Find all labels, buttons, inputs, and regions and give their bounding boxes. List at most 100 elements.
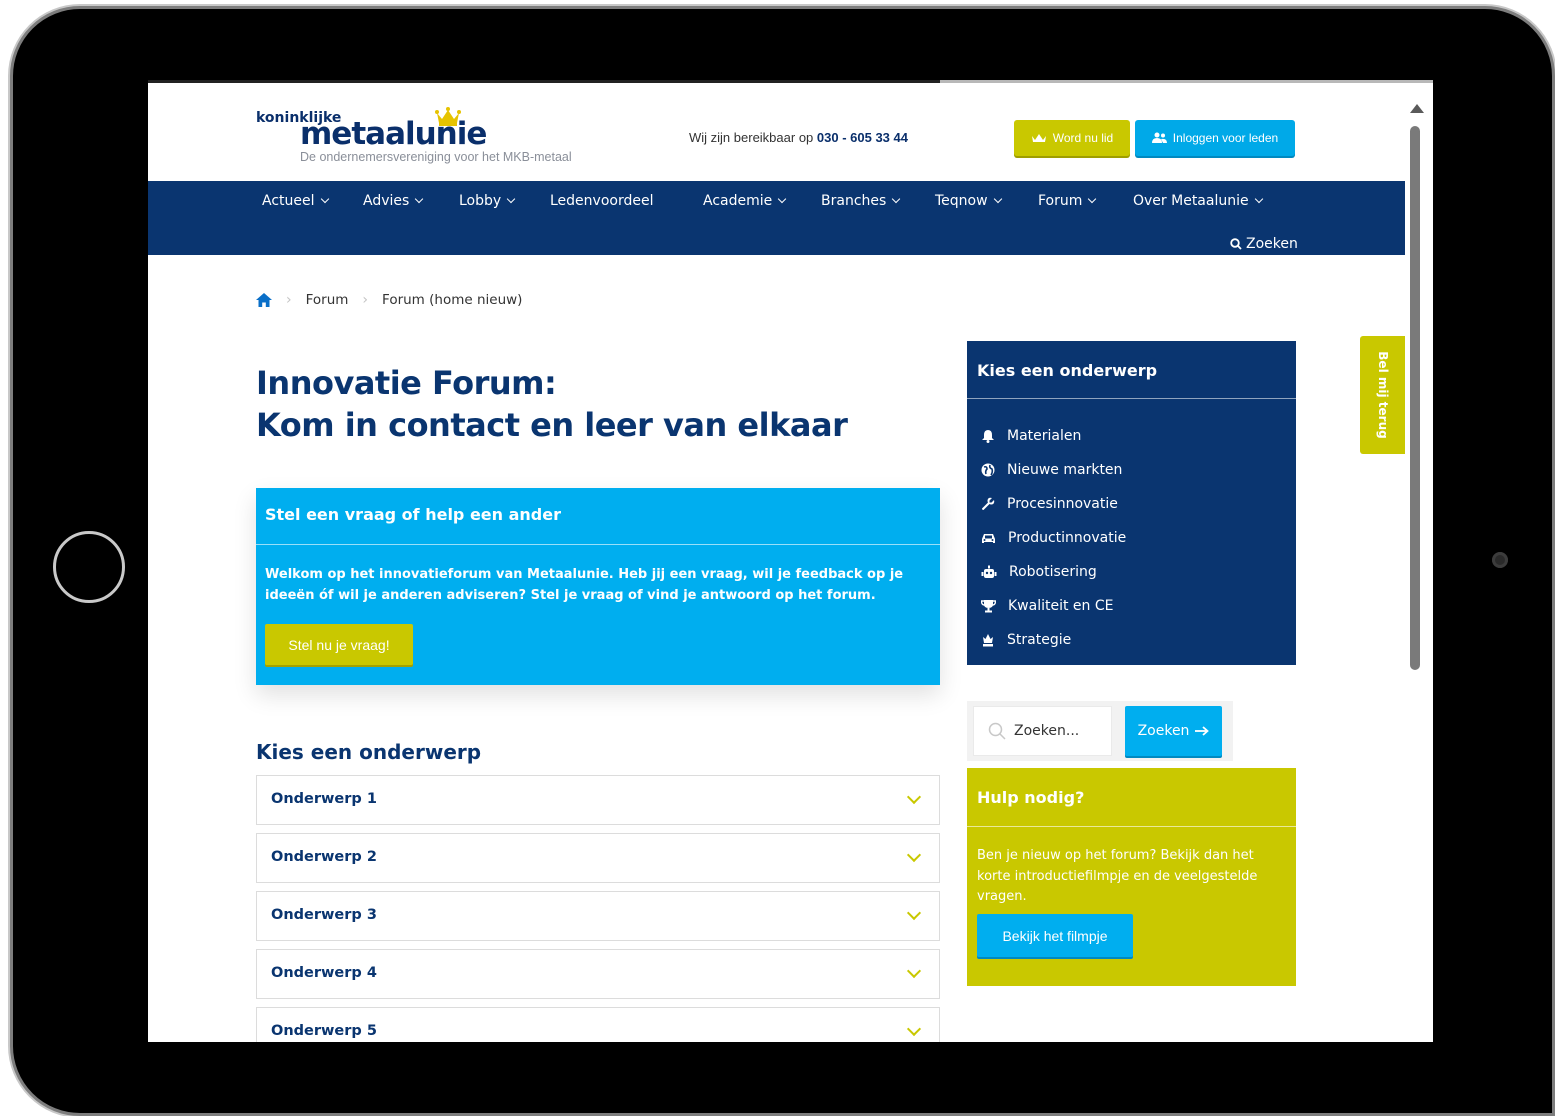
arrow-right-icon [1195,726,1210,736]
sidebar-item-kwaliteit-en-ce[interactable]: Kwaliteit en CE [981,589,1126,623]
chevron-down-icon [906,789,922,805]
sidebar-item-label: Materialen [1007,428,1082,444]
page-title: Innovatie Forum: Kom in contact en leer … [256,362,976,446]
topic-accordion-item[interactable]: Onderwerp 5 [256,1007,940,1042]
sidebar-search-button[interactable]: Zoeken [1125,706,1222,756]
phone-number[interactable]: 030 - 605 33 44 [817,130,908,145]
robot-icon [981,565,997,578]
watch-video-button[interactable]: Bekijk het filmpje [977,914,1133,957]
wrench-icon [982,497,995,510]
logo-tagline: De ondernemersvereniging voor het MKB-me… [300,150,572,164]
member-login-button[interactable]: Inloggen voor leden [1135,120,1295,156]
chevron-down-icon [906,847,922,863]
chevron-down-icon [906,1021,922,1037]
topic-label: Onderwerp 5 [271,1023,377,1039]
reachability-text: Wij zijn bereikbaar op 030 - 605 33 44 [689,130,908,145]
nav-item-over-metaalunie[interactable]: Over Metaalunie [1133,193,1263,209]
page-title-line2: Kom in contact en leer van elkaar [256,406,848,444]
sidebar-item-label: Nieuwe markten [1007,462,1123,478]
sidebar-help-panel: Hulp nodig? Ben je nieuw op het forum? B… [967,768,1296,986]
nav-item-branches[interactable]: Branches [821,193,901,209]
main-navigation: Actueel Advies Lobby Ledenvoordeel Acade… [148,181,1405,255]
help-divider [967,826,1296,827]
sidebar-item-materialen[interactable]: Materialen [981,419,1126,453]
nav-item-forum[interactable]: Forum [1038,193,1097,209]
users-icon [1151,132,1167,143]
breadcrumb-item-forum[interactable]: Forum [306,292,349,308]
topics-heading: Kies een onderwerp [256,740,482,764]
topic-label: Onderwerp 4 [271,965,377,981]
nav-item-teqnow[interactable]: Teqnow [935,193,1002,209]
reach-label: Wij zijn bereikbaar op [689,130,814,145]
chess-icon [983,634,993,647]
topic-accordion-item[interactable]: Onderwerp 4 [256,949,940,999]
callback-tab-label: Bel mij terug [1375,351,1390,439]
ask-question-button[interactable]: Stel nu je vraag! [265,624,413,665]
page-title-line1: Innovatie Forum: [256,364,557,402]
ask-question-card: Stel een vraag of help een ander Welkom … [256,488,940,685]
chevron-down-icon [892,194,901,204]
topic-label: Onderwerp 3 [271,907,377,923]
sidebar-search-button-label: Zoeken [1137,723,1190,739]
home-icon[interactable] [256,293,272,307]
help-title: Hulp nodig? [977,788,1085,807]
scrollbar-thumb[interactable] [1410,126,1420,670]
sidebar-item-label: Strategie [1007,632,1072,648]
topic-accordion-item[interactable]: Onderwerp 1 [256,775,940,825]
sidebar-item-label: Productinnovatie [1008,530,1127,546]
chevron-down-icon [320,194,329,204]
nav-item-actueel[interactable]: Actueel [262,193,329,209]
nav-search-link[interactable]: Zoeken [1230,236,1298,252]
nav-item-lobby[interactable]: Lobby [459,193,516,209]
breadcrumb-separator: › [362,292,369,308]
tablet-screen: koninklijke metaalunie De ondernemersver… [148,80,1433,1042]
ask-card-title: Stel een vraag of help een ander [265,505,561,524]
sidebar-item-robotisering[interactable]: Robotisering [981,555,1126,589]
nav-item-label: Ledenvoordeel [550,193,654,209]
topic-accordion-item[interactable]: Onderwerp 2 [256,833,940,883]
trophy-icon [981,600,996,613]
nav-item-label: Branches [821,193,887,209]
nav-item-label: Academie [703,193,773,209]
chevron-down-icon [1254,194,1263,204]
chevron-down-icon [906,905,922,921]
help-text: Ben je nieuw op het forum? Bekijk dan he… [977,848,1258,904]
nav-item-label: Lobby [459,193,502,209]
callback-tab[interactable]: Bel mij terug [1360,336,1405,454]
topic-label: Onderwerp 1 [271,791,377,807]
screen-top-line [148,80,1433,83]
nav-item-academie[interactable]: Academie [703,193,787,209]
chevron-down-icon [506,194,516,204]
search-icon [1230,238,1242,250]
sidebar-divider [967,398,1296,399]
sidebar-item-procesinnovatie[interactable]: Procesinnovatie [981,487,1126,521]
chevron-down-icon [778,194,787,204]
chevron-down-icon [993,194,1002,204]
member-login-label: Inloggen voor leden [1172,131,1279,145]
breadcrumb-separator: › [286,292,292,308]
breadcrumb-item-current: Forum (home nieuw) [382,292,523,308]
sidebar-item-label: Procesinnovatie [1007,496,1118,512]
sidebar-item-nieuwe-markten[interactable]: Nieuwe markten [981,453,1126,487]
nav-item-advies[interactable]: Advies [363,193,424,209]
tablet-home-button [53,531,125,603]
sidebar-topics-title: Kies een onderwerp [977,361,1158,380]
chevron-down-icon [415,194,424,204]
topic-accordion-item[interactable]: Onderwerp 3 [256,891,940,941]
sidebar-search-form: Zoeken... Zoeken [967,701,1233,761]
nav-item-label: Over Metaalunie [1133,193,1249,209]
sidebar-search-input[interactable]: Zoeken... [973,706,1112,756]
chevron-down-icon [906,963,922,979]
sidebar-item-productinnovatie[interactable]: Productinnovatie [981,521,1126,555]
nav-item-ledenvoordeel[interactable]: Ledenvoordeel [550,193,653,209]
car-icon [982,534,995,543]
sidebar-item-strategie[interactable]: Strategie [981,623,1126,657]
nav-search-label: Zoeken [1246,236,1298,252]
sidebar-topics-panel: Kies een onderwerp Materialen Nieuwe mar… [967,341,1296,665]
crown-icon [1031,133,1046,142]
nav-item-label: Actueel [262,193,315,209]
scroll-up-arrow-icon[interactable] [1410,104,1424,113]
become-member-button[interactable]: Word nu lid [1014,120,1130,156]
topic-label: Onderwerp 2 [271,849,377,865]
crown-icon [435,107,461,126]
